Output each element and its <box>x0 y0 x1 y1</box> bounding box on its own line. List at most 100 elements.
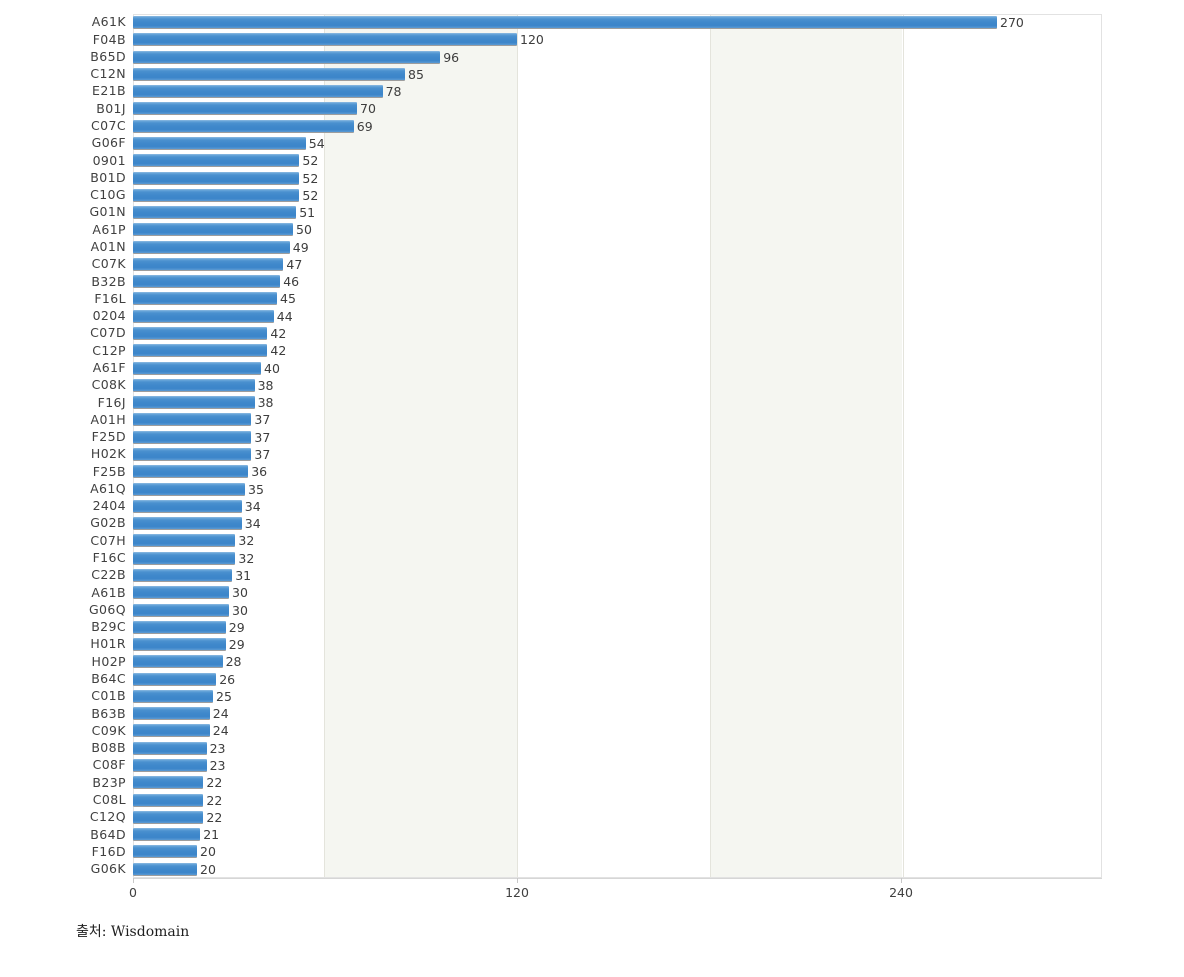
bar[interactable] <box>133 206 297 220</box>
bar-fill <box>133 603 229 617</box>
category-label: A01N <box>90 239 126 254</box>
bar[interactable] <box>133 223 293 237</box>
bar-chart: A61K 270 F04B 120 B65D 96 C12N 85 E21B 78 B01J 70 C0… <box>0 0 1184 977</box>
bar[interactable] <box>133 603 229 617</box>
bar[interactable] <box>133 551 236 565</box>
bar[interactable] <box>133 620 226 634</box>
bar-row: C12N 85 <box>0 66 1184 83</box>
bar[interactable] <box>133 275 281 289</box>
category-label: A61P <box>92 221 126 237</box>
value-label: 40 <box>264 360 280 376</box>
category-label: A61Q <box>90 480 126 496</box>
bar[interactable] <box>133 689 213 703</box>
bar[interactable] <box>133 327 268 341</box>
bar[interactable] <box>133 16 997 29</box>
category-label: H02K <box>90 446 126 462</box>
bar[interactable] <box>133 862 197 876</box>
bar[interactable] <box>133 361 261 375</box>
bar[interactable] <box>133 568 233 582</box>
bar[interactable] <box>133 309 274 323</box>
x-tick-mark <box>517 878 518 883</box>
bar-row: C08F 23 <box>0 757 1184 774</box>
bar-row: B64D 21 <box>0 826 1184 843</box>
value-label: 22 <box>206 809 223 825</box>
bar[interactable] <box>133 67 405 81</box>
bar[interactable] <box>133 171 300 185</box>
bar-row: E21B 78 <box>0 83 1184 100</box>
bar[interactable] <box>133 724 210 738</box>
category-label: B01D <box>90 169 126 185</box>
value-label: 25 <box>216 688 232 704</box>
bar[interactable] <box>133 776 204 790</box>
bar-fill <box>133 845 197 859</box>
bar[interactable] <box>133 499 242 513</box>
bar[interactable] <box>133 828 201 842</box>
category-label: F25B <box>92 463 126 479</box>
bar[interactable] <box>133 534 236 548</box>
bar-fill <box>133 672 217 686</box>
category-label: B32B <box>91 273 126 289</box>
bar[interactable] <box>133 482 245 496</box>
bar[interactable] <box>133 793 204 807</box>
source-caption: 출처: Wisdomain <box>76 924 190 940</box>
category-label: B08B <box>91 740 126 756</box>
bar-row: B29C 29 <box>0 619 1184 636</box>
bar[interactable] <box>133 257 284 271</box>
bar-row: F25D 37 <box>0 429 1184 446</box>
bar[interactable] <box>133 448 252 461</box>
bar[interactable] <box>133 586 229 600</box>
bar[interactable] <box>133 465 249 479</box>
bar-fill <box>133 689 213 703</box>
bar-row: C22B 31 <box>0 567 1184 584</box>
category-label: F25D <box>91 429 126 445</box>
bar[interactable] <box>133 672 217 686</box>
bar-fill <box>133 828 201 842</box>
bar[interactable] <box>133 33 517 47</box>
bar-row: F16L 45 <box>0 290 1184 307</box>
bar[interactable] <box>133 845 197 859</box>
bar[interactable] <box>133 119 354 133</box>
value-label: 34 <box>244 516 261 532</box>
bar-fill <box>133 499 242 513</box>
bar[interactable] <box>133 344 268 358</box>
bar[interactable] <box>133 136 306 150</box>
bar-fill <box>133 465 249 479</box>
bar[interactable] <box>133 413 252 427</box>
bar[interactable] <box>133 638 226 652</box>
category-label: F04B <box>92 31 126 47</box>
bar[interactable] <box>133 102 357 116</box>
bar[interactable] <box>133 50 441 64</box>
x-tick-label: 0 <box>129 885 137 900</box>
category-label: G02B <box>90 515 126 531</box>
value-label: 20 <box>200 861 216 877</box>
bar[interactable] <box>133 655 223 669</box>
value-label: 42 <box>270 326 287 342</box>
bar[interactable] <box>133 292 277 306</box>
bar[interactable] <box>133 378 255 392</box>
bar[interactable] <box>133 707 210 721</box>
x-tick-mark <box>133 878 134 883</box>
category-label: C08F <box>92 757 126 773</box>
value-label: 52 <box>302 153 319 169</box>
bar-row: B23P 22 <box>0 774 1184 791</box>
bar-row: 0204 44 <box>0 308 1184 325</box>
bar-row: A61P 50 <box>0 221 1184 238</box>
bar-fill <box>133 655 223 669</box>
bar[interactable] <box>133 154 300 168</box>
bar[interactable] <box>133 741 207 755</box>
category-label: C12P <box>92 342 126 358</box>
bar[interactable] <box>133 810 204 824</box>
bar[interactable] <box>133 759 207 773</box>
bar[interactable] <box>133 85 383 99</box>
bar[interactable] <box>133 188 300 202</box>
bar[interactable] <box>133 240 290 254</box>
bar-row: B01D 52 <box>0 170 1184 187</box>
bar[interactable] <box>133 396 255 410</box>
bar[interactable] <box>133 517 242 531</box>
bar-row: C10G 52 <box>0 187 1184 204</box>
bar-row: B63B 24 <box>0 705 1184 722</box>
bar-row: 2404 34 <box>0 498 1184 515</box>
bar[interactable] <box>133 430 252 444</box>
bar-fill <box>133 776 204 790</box>
value-label: 31 <box>235 567 252 583</box>
